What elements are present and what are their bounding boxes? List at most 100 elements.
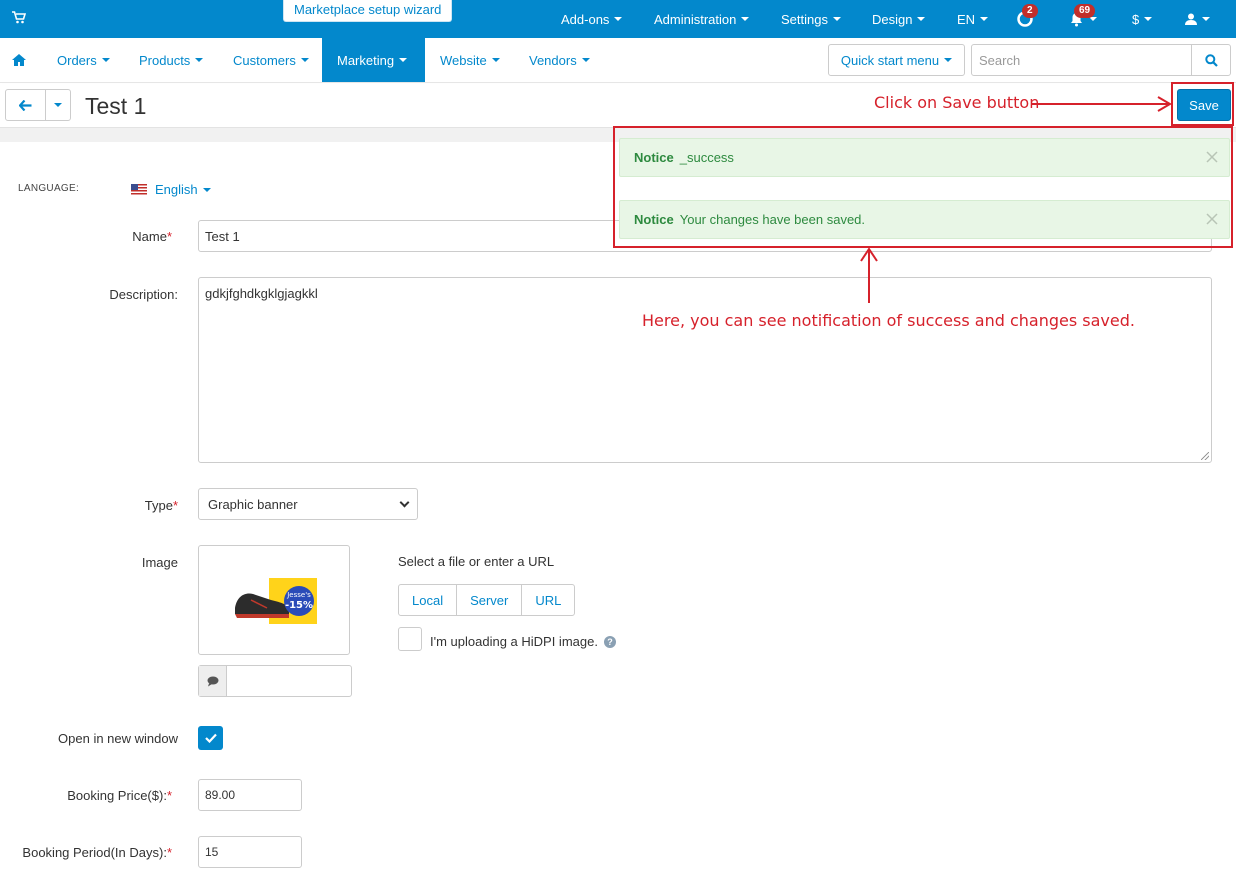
cart-icon[interactable] — [12, 11, 27, 27]
caret-down-icon — [399, 58, 408, 62]
image-alt-text-field[interactable] — [198, 665, 352, 697]
quick-start-menu-label: Quick start menu — [840, 52, 940, 68]
banner-brand-text: Jesse's — [286, 591, 311, 599]
caret-down-icon — [101, 58, 110, 62]
arrow-left-icon — [19, 99, 32, 111]
quick-start-menu-button[interactable]: Quick start menu — [828, 44, 965, 76]
nav-website-label: Website — [440, 52, 487, 68]
home-icon — [12, 54, 26, 66]
top-bar: Marketplace setup wizard Add-ons Adminis… — [0, 0, 1236, 38]
checkmark-icon — [204, 733, 217, 743]
currency-menu[interactable]: $ — [1132, 0, 1153, 38]
required-mark: * — [172, 498, 178, 513]
main-nav: Orders Products Customers Marketing Webs… — [0, 38, 1236, 83]
description-label: Description: — [109, 287, 178, 302]
image-label: Image — [141, 555, 178, 570]
nav-vendors[interactable]: Vendors — [529, 38, 590, 82]
back-button[interactable] — [6, 90, 46, 120]
required-mark: * — [166, 229, 172, 244]
caret-down-icon — [1144, 17, 1153, 21]
shoe-banner-image: Jesse's -15% — [231, 578, 317, 624]
search-icon — [1204, 53, 1218, 67]
addons-menu[interactable]: Add-ons — [561, 0, 623, 38]
description-value: gdkjfghdkgklgjagkkl — [205, 286, 318, 301]
booking-period-field[interactable]: 15 — [198, 836, 302, 868]
comment-icon — [199, 666, 227, 696]
back-button-group — [5, 89, 71, 121]
nav-customers-label: Customers — [233, 52, 296, 68]
booking-period-label: Booking Period(In Days):* — [22, 845, 172, 860]
us-flag-icon — [131, 184, 147, 195]
arrow-right-icon — [1032, 96, 1172, 112]
caret-down-icon — [980, 17, 989, 21]
image-source-hint: Select a file or enter a URL — [398, 554, 555, 569]
url-source-button[interactable]: URL — [522, 585, 574, 615]
arrow-up-icon — [860, 247, 878, 303]
banner-discount-text: -15% — [285, 600, 313, 611]
administration-menu-label: Administration — [654, 11, 737, 27]
user-menu[interactable] — [1185, 0, 1210, 38]
server-source-button[interactable]: Server — [457, 585, 523, 615]
chevron-down-icon — [399, 497, 410, 507]
booking-period-label-text: Booking Period(In Days): — [22, 845, 167, 860]
hidpi-checkbox[interactable] — [398, 627, 422, 651]
nav-website[interactable]: Website — [440, 38, 500, 82]
type-select-value: Graphic banner — [208, 496, 298, 512]
save-highlight-box — [1171, 82, 1234, 126]
home-link[interactable] — [12, 38, 26, 82]
booking-price-label: Booking Price($):* — [67, 788, 172, 803]
nav-vendors-label: Vendors — [529, 52, 577, 68]
type-label: Type* — [145, 498, 178, 513]
language-label: LANGUAGE: — [18, 183, 80, 194]
currency-menu-label: $ — [1132, 11, 1140, 27]
caret-down-icon — [581, 58, 590, 62]
open-new-window-checkbox[interactable] — [198, 726, 223, 750]
image-source-group: Local Server URL — [398, 584, 576, 616]
caret-down-icon — [491, 58, 500, 62]
open-new-window-label: Open in new window — [58, 731, 178, 746]
hidpi-label-text: I'm uploading a HiDPI image. — [430, 634, 598, 649]
required-mark: * — [166, 788, 172, 803]
resize-grip-icon[interactable] — [1201, 452, 1209, 460]
administration-menu[interactable]: Administration — [654, 0, 750, 38]
language-selector[interactable]: English — [131, 182, 211, 197]
back-dropdown-button[interactable] — [46, 90, 70, 120]
required-mark: * — [166, 845, 172, 860]
caret-down-icon — [1202, 17, 1210, 21]
question-icon[interactable]: ? — [603, 635, 616, 648]
name-label: Name* — [132, 229, 172, 244]
hidpi-label: I'm uploading a HiDPI image.? — [430, 634, 616, 649]
language-value: English — [155, 182, 198, 197]
language-menu[interactable]: EN — [957, 0, 989, 38]
page-title: Test 1 — [85, 93, 147, 119]
nav-orders[interactable]: Orders — [57, 38, 110, 82]
caret-down-icon — [202, 187, 211, 192]
save-hint-annotation: Click on Save button — [874, 93, 1040, 112]
nav-orders-label: Orders — [57, 52, 97, 68]
description-textarea[interactable]: gdkjfghdkgklgjagkkl — [198, 277, 1212, 463]
notifications-badge: 69 — [1074, 4, 1096, 18]
booking-price-label-text: Booking Price($): — [67, 788, 167, 803]
search-button[interactable] — [1191, 44, 1231, 76]
caret-down-icon — [300, 58, 309, 62]
design-menu-label: Design — [872, 11, 913, 27]
nav-products[interactable]: Products — [139, 38, 204, 82]
addons-menu-label: Add-ons — [561, 11, 610, 27]
caret-down-icon — [195, 58, 204, 62]
booking-price-field[interactable]: 89.00 — [198, 779, 302, 811]
type-select[interactable]: Graphic banner — [198, 488, 418, 520]
local-source-button[interactable]: Local — [399, 585, 458, 615]
settings-menu[interactable]: Settings — [781, 0, 841, 38]
marketplace-setup-wizard-button[interactable]: Marketplace setup wizard — [283, 0, 453, 22]
design-menu[interactable]: Design — [872, 0, 926, 38]
nav-marketing-label: Marketing — [337, 52, 395, 68]
caret-down-icon — [614, 17, 623, 21]
image-preview[interactable]: Jesse's -15% — [198, 545, 350, 655]
nav-customers[interactable]: Customers — [233, 38, 309, 82]
caret-down-icon — [832, 17, 841, 21]
notice-hint-annotation: Here, you can see notification of succes… — [642, 311, 1135, 330]
search-input[interactable] — [971, 44, 1192, 76]
help-badge: 2 — [1022, 4, 1038, 18]
nav-marketing[interactable]: Marketing — [322, 38, 425, 82]
type-label-text: Type — [144, 498, 173, 513]
